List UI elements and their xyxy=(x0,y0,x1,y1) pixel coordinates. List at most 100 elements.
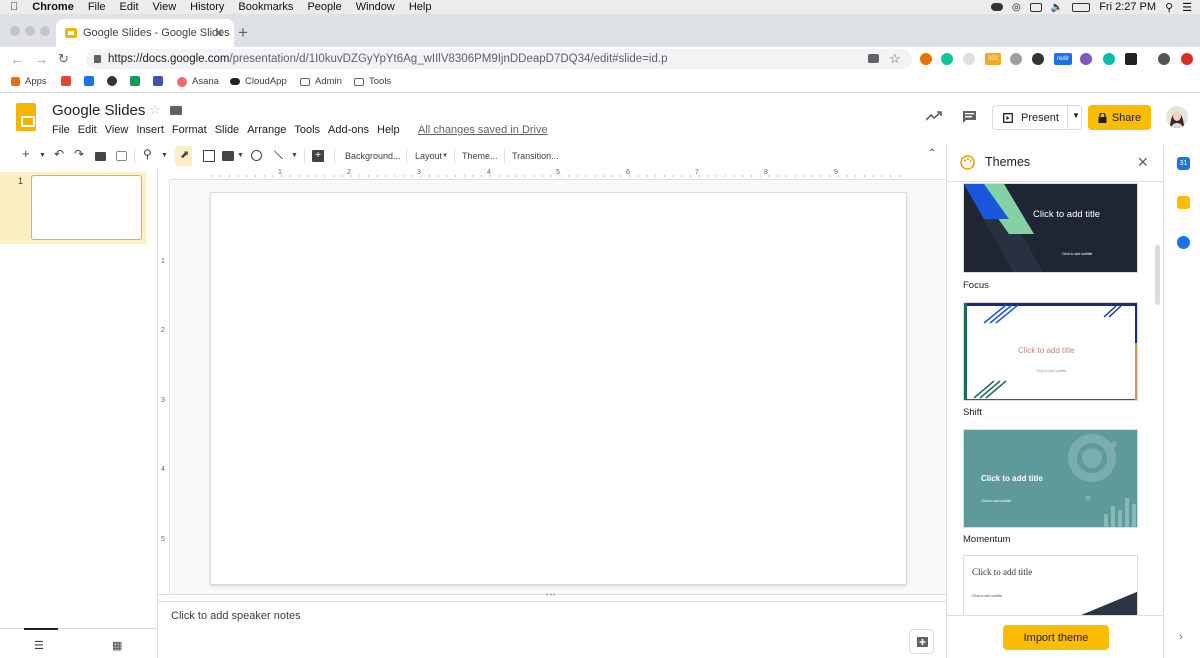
forward-icon[interactable]: → xyxy=(34,51,48,67)
shape-icon[interactable] xyxy=(251,150,262,161)
menu-tools[interactable]: Tools xyxy=(294,124,320,136)
menu-window[interactable]: Window xyxy=(356,1,395,13)
profile-icon[interactable] xyxy=(1158,53,1170,65)
collapse-toolbar-icon[interactable]: ⌃ xyxy=(928,148,936,159)
bookmark-asana[interactable]: Asana xyxy=(177,76,219,87)
app-menu[interactable]: Chrome xyxy=(32,1,74,13)
zoom-dropdown-icon[interactable]: ▼ xyxy=(161,152,168,159)
add-comment-icon[interactable]: + xyxy=(312,150,324,162)
theme-card-shift[interactable]: Click to add title Click to add subtitle xyxy=(963,302,1138,401)
bookmark-cloudapp[interactable]: CloudApp xyxy=(230,76,287,87)
menu-format[interactable]: Format xyxy=(172,124,207,136)
line-icon[interactable]: — xyxy=(270,145,288,163)
slide-thumbnail-row[interactable]: 1 xyxy=(0,172,146,244)
activity-trend-icon[interactable] xyxy=(926,111,942,121)
menu-history[interactable]: History xyxy=(190,1,224,13)
move-folder-icon[interactable] xyxy=(170,106,182,115)
text-box-icon[interactable] xyxy=(203,150,215,162)
url-input[interactable]: https://docs.google.com /presentation/d/… xyxy=(86,49,912,69)
extension-check-icon[interactable] xyxy=(1125,53,1137,65)
extension-1-icon[interactable] xyxy=(920,53,932,65)
theme-button[interactable]: Theme... xyxy=(462,151,498,161)
cloudapp-ext-icon[interactable] xyxy=(1032,53,1044,65)
extension-k-icon[interactable] xyxy=(1010,53,1022,65)
menu-arrange[interactable]: Arrange xyxy=(247,124,286,136)
menu-edit[interactable]: Edit xyxy=(120,1,139,13)
keep-icon[interactable] xyxy=(1177,196,1190,209)
layout-button[interactable]: Layout xyxy=(415,151,442,161)
print-icon[interactable] xyxy=(95,152,106,161)
slide-thumbnail[interactable] xyxy=(31,175,142,240)
explore-button[interactable] xyxy=(909,629,934,654)
document-title[interactable]: Google Slides xyxy=(52,102,145,119)
share-button[interactable]: Share xyxy=(1088,105,1151,130)
undo-icon[interactable]: ↶ xyxy=(54,147,64,161)
tasks-icon[interactable] xyxy=(1177,236,1190,249)
slides-logo-icon[interactable] xyxy=(16,103,36,131)
speaker-notes[interactable]: Click to add speaker notes xyxy=(171,610,301,622)
wifi-icon[interactable]: ◎ xyxy=(1012,2,1021,13)
present-dropdown-icon[interactable]: ▼ xyxy=(1072,111,1080,120)
theme-card-momentum[interactable]: Click to add title Click to add subtitle xyxy=(963,429,1138,528)
menu-file[interactable]: File xyxy=(52,124,70,136)
bookmark-chrome[interactable] xyxy=(107,76,117,86)
bookmark-tools[interactable]: Tools xyxy=(354,76,391,87)
slide-canvas[interactable] xyxy=(210,192,907,585)
new-slide-dropdown-icon[interactable]: ▼ xyxy=(39,152,46,159)
volume-icon[interactable]: 🔈 xyxy=(1051,2,1063,13)
user-avatar[interactable] xyxy=(1166,106,1188,128)
bookmark-calendar[interactable] xyxy=(84,76,94,86)
clock[interactable]: Fri 2:27 PM xyxy=(1099,1,1156,13)
cloud-icon[interactable] xyxy=(991,3,1004,11)
background-button[interactable]: Background... xyxy=(345,151,401,161)
vertical-ruler[interactable]: 1 2 3 4 5 xyxy=(158,180,170,594)
window-minimize-dot[interactable] xyxy=(25,26,35,36)
extension-teal-icon[interactable] xyxy=(1103,53,1115,65)
menu-bookmarks[interactable]: Bookmarks xyxy=(238,1,293,13)
extension-redir-badge[interactable]: redir xyxy=(1054,53,1072,65)
menu-addons[interactable]: Add-ons xyxy=(328,124,369,136)
line-dropdown-icon[interactable]: ▼ xyxy=(291,152,298,159)
airplay-icon[interactable] xyxy=(1029,2,1042,12)
menu-file[interactable]: File xyxy=(88,1,106,13)
battery-icon[interactable] xyxy=(1072,2,1091,12)
menu-help[interactable]: Help xyxy=(377,124,400,136)
extension-302-badge[interactable]: 302 xyxy=(985,53,1001,65)
camera-blocked-icon[interactable] xyxy=(868,54,879,63)
menu-view[interactable]: View xyxy=(105,124,129,136)
bookmark-gmail[interactable] xyxy=(61,76,71,86)
new-tab-button[interactable]: + xyxy=(238,23,248,43)
tab-close-icon[interactable]: ✕ xyxy=(214,26,224,40)
comments-icon[interactable] xyxy=(962,110,977,124)
browser-tab[interactable]: Google Slides - Google Slides ✕ xyxy=(56,19,234,47)
grammarly-icon[interactable] xyxy=(941,53,953,65)
bookmark-apps[interactable]: Apps xyxy=(11,76,47,87)
themes-scrollbar[interactable] xyxy=(1155,245,1160,305)
transition-button[interactable]: Transition... xyxy=(512,151,559,161)
menu-edit[interactable]: Edit xyxy=(78,124,97,136)
apple-menu-icon[interactable]:  xyxy=(10,1,18,13)
extension-grid-icon[interactable] xyxy=(1080,53,1092,65)
zoom-icon[interactable]: ⚲ xyxy=(143,147,152,161)
paint-format-icon[interactable] xyxy=(116,151,127,161)
spotlight-icon[interactable]: ⚲ xyxy=(1165,1,1173,14)
window-close-dot[interactable] xyxy=(10,26,20,36)
close-icon[interactable]: ✕ xyxy=(1137,154,1149,171)
reload-icon[interactable]: ↻ xyxy=(58,51,69,67)
menu-insert[interactable]: Insert xyxy=(136,124,164,136)
new-slide-icon[interactable]: + xyxy=(22,146,30,161)
notes-resize-handle[interactable]: ••• xyxy=(158,592,946,602)
extension-3-icon[interactable] xyxy=(963,53,975,65)
grid-view-icon[interactable]: ▦ xyxy=(112,639,122,652)
theme-card-focus[interactable]: Click to add title Click to add subtitle xyxy=(963,183,1138,273)
menu-help[interactable]: Help xyxy=(409,1,432,13)
bookmark-star-icon[interactable]: ☆ xyxy=(889,51,901,67)
image-icon[interactable] xyxy=(222,151,234,161)
theme-card-4[interactable]: Click to add title Click to add subtitle xyxy=(963,555,1138,617)
save-status[interactable]: All changes saved in Drive xyxy=(418,124,548,136)
select-cursor-icon[interactable]: ⬈ xyxy=(180,148,189,161)
star-icon[interactable]: ☆ xyxy=(149,102,161,118)
bookmark-admin[interactable]: Admin xyxy=(300,76,342,87)
expand-panel-icon[interactable]: › xyxy=(1179,631,1183,643)
image-dropdown-icon[interactable]: ▼ xyxy=(237,152,244,159)
